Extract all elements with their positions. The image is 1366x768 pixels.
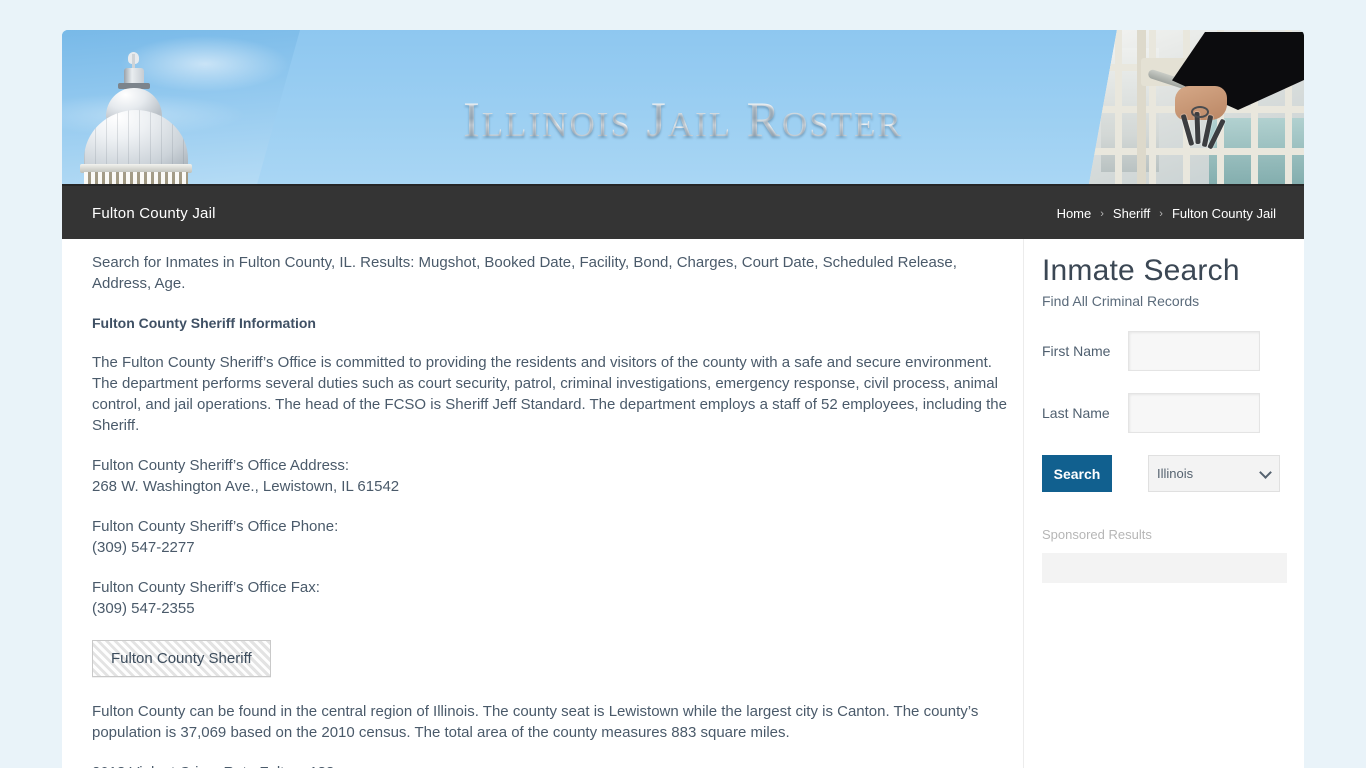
first-name-input[interactable] <box>1128 331 1260 371</box>
search-controls-row: Search Illinois <box>1042 455 1286 492</box>
intro-paragraph: Search for Inmates in Fulton County, IL.… <box>92 254 957 292</box>
site-banner: Illinois Jail Roster <box>62 30 1304 184</box>
breadcrumb-separator-icon: › <box>1100 207 1104 220</box>
fax-value: (309) 547-2355 <box>92 600 195 617</box>
address-label: Fulton County Sheriff’s Office Address: <box>92 457 350 474</box>
dome-lantern <box>124 68 144 84</box>
section-heading: Fulton County Sheriff Information <box>92 315 316 331</box>
dome-columns <box>84 172 188 184</box>
fulton-county-sheriff-button[interactable]: Fulton County Sheriff <box>92 640 271 677</box>
page-title: Fulton County Jail <box>92 205 216 222</box>
phone-value: (309) 547-2277 <box>92 539 195 556</box>
office-address-block: Fulton County Sheriff’s Office Address: … <box>92 455 1010 497</box>
main-column: Search for Inmates in Fulton County, IL.… <box>92 239 1010 768</box>
first-name-label: First Name <box>1042 343 1111 359</box>
last-name-input[interactable] <box>1128 393 1260 433</box>
state-select-wrapper[interactable]: Illinois <box>1130 455 1280 492</box>
county-info-paragraph: Fulton County can be found in the centra… <box>92 703 979 741</box>
office-fax-block: Fulton County Sheriff’s Office Fax: (309… <box>92 577 1010 619</box>
last-name-row: Last Name <box>1042 393 1286 433</box>
breadcrumb: Home › Sheriff › Fulton County Jail <box>1057 186 1276 241</box>
address-value: 268 W. Washington Ave., Lewistown, IL 61… <box>92 478 400 495</box>
violent-crime-rate-line: 2018 Violent Crime Rate Fulton: 183 <box>92 762 1010 768</box>
sidebar-title: Inmate Search <box>1042 254 1240 287</box>
sponsored-results-label: Sponsored Results <box>1042 527 1152 542</box>
search-button[interactable]: Search <box>1042 455 1112 492</box>
page-title-bar: Fulton County Jail Home › Sheriff › Fult… <box>62 184 1304 239</box>
state-select[interactable]: Illinois <box>1148 455 1280 492</box>
first-name-row: First Name <box>1042 331 1286 371</box>
page-root: Illinois Jail Roster Fulton County Jail … <box>0 0 1366 768</box>
sponsored-results-placeholder <box>1042 553 1287 583</box>
last-name-label: Last Name <box>1042 405 1110 421</box>
breadcrumb-item-current: Fulton County Jail <box>1171 206 1276 221</box>
site-title: Illinois Jail Roster <box>62 94 1304 144</box>
breadcrumb-item-sheriff[interactable]: Sheriff <box>1113 206 1150 221</box>
inmate-search-sidebar: Inmate Search Find All Criminal Records … <box>1023 239 1304 768</box>
breadcrumb-separator-icon: › <box>1159 207 1163 220</box>
fax-label: Fulton County Sheriff’s Office Fax: <box>92 579 320 596</box>
phone-label: Fulton County Sheriff’s Office Phone: <box>92 518 339 535</box>
breadcrumb-item-home[interactable]: Home <box>1057 206 1092 221</box>
content-area: Search for Inmates in Fulton County, IL.… <box>62 239 1304 768</box>
sheriff-description: The Fulton County Sheriff’s Office is co… <box>92 354 1007 434</box>
crime-stats-block: 2018 Violent Crime Rate Fulton: 183 Data… <box>92 762 1010 768</box>
sidebar-subtitle: Find All Criminal Records <box>1042 293 1200 309</box>
office-phone-block: Fulton County Sheriff’s Office Phone: (3… <box>92 516 1010 558</box>
